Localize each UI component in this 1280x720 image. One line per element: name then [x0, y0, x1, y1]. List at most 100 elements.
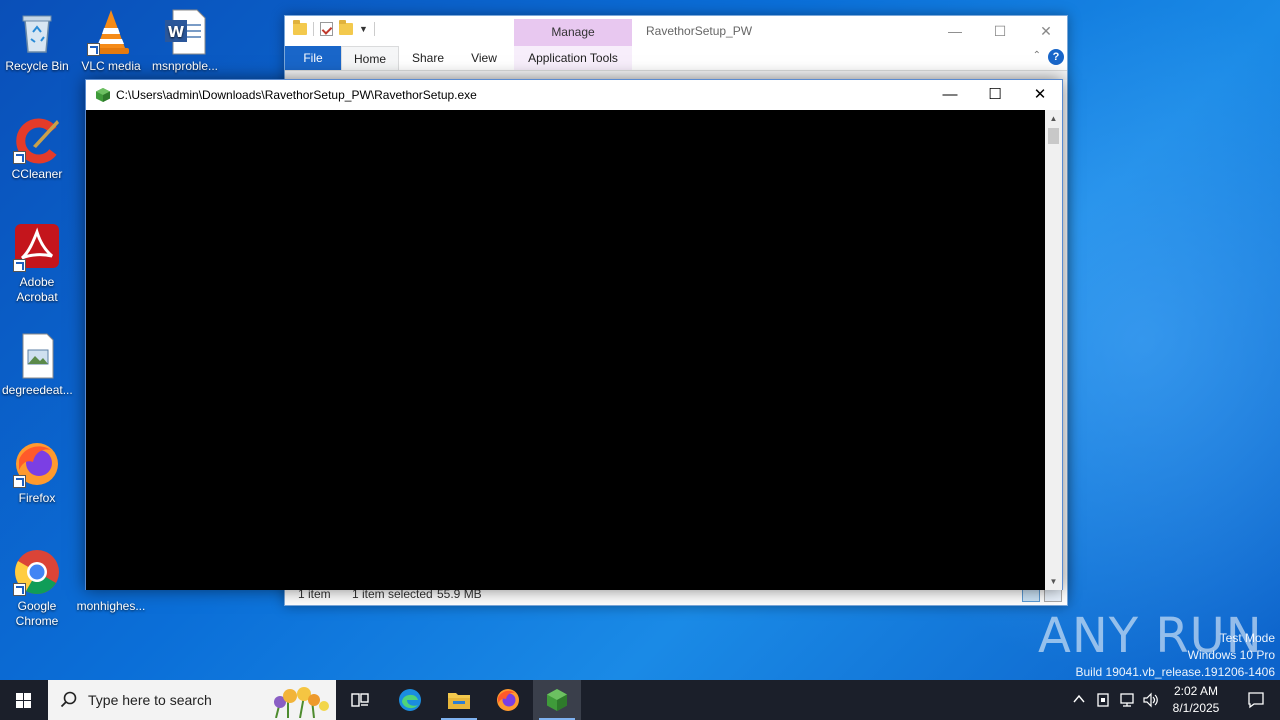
tab-share[interactable]: Share: [403, 46, 453, 70]
search-placeholder: Type here to search: [88, 692, 212, 708]
console-close-button[interactable]: ✕: [1017, 80, 1063, 110]
desktop-icon-label: Recycle Bin: [5, 59, 69, 73]
tab-manage[interactable]: Manage: [514, 19, 632, 46]
tab-application-tools[interactable]: Application Tools: [514, 46, 632, 70]
taskbar-edge-button[interactable]: [386, 680, 434, 720]
toolbar-separator: [373, 22, 375, 36]
windows-logo-icon: [16, 693, 23, 700]
explorer-minimize-button[interactable]: —: [932, 16, 978, 46]
image-file-icon: [13, 332, 61, 380]
explorer-maximize-button[interactable]: ☐: [977, 16, 1023, 46]
customize-toolbar-dropdown-icon[interactable]: ▼: [359, 24, 368, 34]
console-title-bar[interactable]: C:\Users\admin\Downloads\RavethorSetup_P…: [86, 80, 1062, 110]
device-icon: [1097, 693, 1109, 707]
adobe-acrobat-icon: [13, 224, 61, 272]
show-hidden-icons-button[interactable]: [1070, 680, 1088, 720]
console-scrollbar[interactable]: ▲ ▼: [1045, 110, 1062, 590]
desktop-icon-label: degreedeat...: [2, 383, 73, 397]
taskbar-clock[interactable]: 2:02 AM 8/1/2025: [1160, 683, 1232, 717]
chrome-icon: [13, 548, 61, 596]
collapse-ribbon-icon[interactable]: ⌃: [1033, 50, 1041, 61]
shortcut-arrow-icon: [13, 259, 26, 272]
desktop-icon-firefox[interactable]: Firefox: [0, 440, 74, 506]
desktop-icon-label: Adobe Acrobat: [16, 275, 58, 304]
desktop-icon-label: Firefox: [18, 491, 56, 505]
app-cube-icon: [96, 88, 110, 102]
shortcut-arrow-icon: [87, 43, 100, 56]
taskbar-ravethor-button[interactable]: [533, 680, 581, 720]
desktop-icon-word-doc[interactable]: W msnproble...: [148, 8, 222, 74]
tab-home[interactable]: Home: [341, 46, 399, 70]
console-maximize-button[interactable]: ☐: [972, 80, 1018, 110]
toolbar-separator: [313, 22, 314, 36]
desktop-icon-adobe-acrobat[interactable]: Adobe Acrobat: [0, 224, 74, 305]
properties-icon[interactable]: [320, 22, 333, 36]
windows-logo-part: [24, 693, 31, 700]
folder-icon: [293, 20, 307, 35]
windows-logo-part: [24, 701, 31, 708]
watermark-edition: Windows 10 Pro: [1187, 648, 1275, 662]
console-minimize-button[interactable]: —: [927, 80, 973, 110]
explorer-close-button[interactable]: ✕: [1023, 16, 1069, 46]
svg-text:W: W: [168, 23, 185, 41]
edge-icon: [399, 689, 421, 711]
desktop-icon-label: VLC media: [81, 59, 141, 73]
scrollbar-thumb[interactable]: [1048, 128, 1059, 144]
desktop-icon-label: CCleaner: [11, 167, 63, 181]
scroll-down-icon[interactable]: ▼: [1045, 573, 1062, 590]
clock-time: 2:02 AM: [1173, 684, 1219, 698]
quick-access-toolbar: ▼: [293, 20, 375, 36]
watermark-build: Build 19041.vb_release.191206-1406: [1075, 665, 1276, 679]
shortcut-arrow-icon: [13, 151, 26, 164]
app-cube-icon: [547, 689, 567, 711]
volume-icon: [1143, 692, 1158, 708]
tab-view[interactable]: View: [459, 46, 509, 70]
notification-icon: [1248, 692, 1264, 709]
desktop-icon-label: Google Chrome: [15, 599, 59, 628]
shortcut-arrow-icon: [13, 583, 26, 596]
action-center-button[interactable]: [1232, 680, 1280, 720]
tab-file[interactable]: File: [285, 46, 341, 70]
task-view-button[interactable]: [336, 680, 384, 720]
new-folder-icon[interactable]: [339, 20, 353, 35]
desktop-icon-google-chrome[interactable]: Google Chrome: [0, 548, 74, 629]
clock-date: 8/1/2025: [1172, 701, 1220, 715]
start-button[interactable]: [0, 680, 48, 720]
desktop-icon-vlc[interactable]: VLC media: [74, 8, 148, 74]
help-icon[interactable]: ?: [1048, 49, 1064, 65]
desktop-icon-label: msnproble...: [151, 59, 219, 73]
explorer-title-bar[interactable]: ▼ Manage RavethorSetup_PW — ☐ ✕: [285, 16, 1067, 46]
tray-network-button[interactable]: [1116, 680, 1138, 720]
tray-volume-button[interactable]: [1140, 680, 1162, 720]
taskbar-firefox-button[interactable]: [484, 680, 532, 720]
vlc-cone-icon: [87, 8, 135, 56]
tray-security-button[interactable]: [1093, 680, 1113, 720]
firefox-icon: [13, 440, 61, 488]
shortcut-arrow-icon: [13, 475, 26, 488]
search-icon: [60, 691, 77, 708]
taskbar: Type here to search 2:02 AM 8/1/2025: [0, 680, 1280, 720]
desktop-icon-recycle-bin[interactable]: Recycle Bin: [0, 8, 74, 74]
desktop: Recycle Bin VLC media W msnproble... CCl…: [0, 0, 1280, 680]
recycle-bin-icon: [13, 8, 61, 56]
system-watermark: Test Mode Windows 10 Pro Build 19041.vb_…: [1076, 630, 1276, 681]
task-view-icon: [351, 693, 369, 707]
watermark-test-mode: Test Mode: [1219, 631, 1275, 645]
search-highlight-flowers-icon: [274, 687, 329, 718]
network-icon: [1120, 693, 1134, 707]
scroll-up-icon[interactable]: ▲: [1045, 110, 1062, 127]
taskbar-file-explorer-button[interactable]: [435, 680, 483, 720]
console-window-title: C:\Users\admin\Downloads\RavethorSetup_P…: [116, 88, 477, 102]
desktop-icon-degreedeat[interactable]: degreedeat...: [0, 332, 74, 398]
firefox-icon: [497, 689, 519, 711]
desktop-icon-ccleaner[interactable]: CCleaner: [0, 116, 74, 182]
console-window[interactable]: C:\Users\admin\Downloads\RavethorSetup_P…: [85, 79, 1063, 590]
console-output-area[interactable]: [86, 110, 1046, 590]
chevron-up-icon: [1073, 694, 1085, 703]
taskbar-search-box[interactable]: Type here to search: [48, 680, 336, 720]
file-explorer-icon: [448, 693, 470, 709]
ribbon-tabs: File Home Share View Application Tools: [285, 46, 1067, 70]
word-document-icon: W: [161, 8, 209, 56]
desktop-icon-label: monhighes...: [76, 599, 146, 613]
ccleaner-icon: [13, 116, 61, 164]
